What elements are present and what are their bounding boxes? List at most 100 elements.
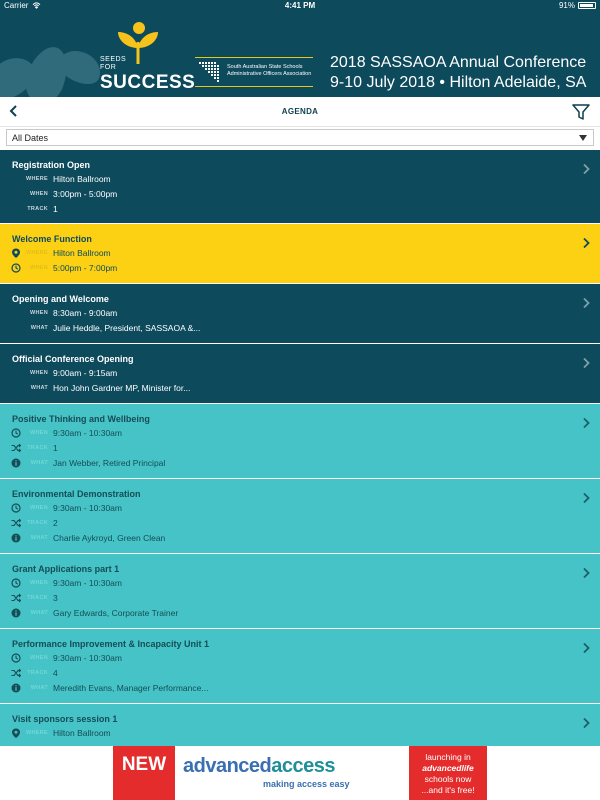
- agenda-item-title: Grant Applications part 1: [12, 564, 120, 574]
- status-bar: Carrier 4:41 PM 91%: [0, 0, 600, 12]
- detail-value: 9:30am - 10:30am: [53, 503, 122, 513]
- detail-value: 8:30am - 9:00am: [53, 308, 118, 318]
- conference-date-venue: 9-10 July 2018 • Hilton Adelaide, SA: [330, 74, 587, 91]
- ad-brand-part2: access: [271, 755, 336, 777]
- agenda-detail-row: WHAT Charlie Aykroyd, Green Clean: [0, 531, 580, 545]
- ad-content[interactable]: NEW advancedaccess making access easy la…: [113, 746, 487, 800]
- detail-label: WHEN: [29, 655, 48, 661]
- status-right: 91%: [559, 1, 596, 10]
- caret-down-icon: [579, 135, 587, 141]
- detail-label: WHEN: [29, 505, 48, 511]
- agenda-item-title: Official Conference Opening: [12, 354, 134, 364]
- agenda-item-title: Visit sponsors session 1: [12, 714, 118, 724]
- logo-for-text: FOR: [100, 64, 117, 71]
- chevron-right-icon[interactable]: [582, 237, 590, 249]
- ad-promo-line2: advancedlife: [422, 763, 474, 773]
- detail-value: Hon John Gardner MP, Minister for...: [53, 383, 191, 393]
- detail-value: Charlie Aykroyd, Green Clean: [53, 533, 166, 543]
- battery-icon: [578, 2, 596, 9]
- chevron-right-icon[interactable]: [582, 163, 590, 175]
- detail-label: WHERE: [26, 250, 48, 256]
- logo-success-text: SUCCESS: [100, 72, 196, 93]
- agenda-detail-row: WHAT Meredith Evans, Manager Performance.…: [0, 681, 580, 695]
- sa-map-dots-icon: [199, 62, 219, 82]
- ad-banner[interactable]: NEW advancedaccess making access easy la…: [0, 746, 600, 800]
- conference-title: 2018 SASSAOA Annual Conference: [330, 54, 587, 71]
- agenda-detail-row: TRACK 3: [0, 591, 580, 605]
- detail-value: 9:30am - 10:30am: [53, 578, 122, 588]
- date-filter-select[interactable]: All Dates: [6, 129, 594, 146]
- detail-label: WHEN: [29, 430, 48, 436]
- detail-value: Meredith Evans, Manager Performance...: [53, 683, 209, 693]
- detail-label: WHERE: [26, 730, 48, 736]
- detail-value: Hilton Ballroom: [53, 174, 111, 184]
- date-filter-value: All Dates: [12, 133, 49, 143]
- agenda-item[interactable]: Official Conference Opening WHEN 9:00am - …: [0, 344, 600, 404]
- detail-value: 2: [53, 518, 58, 528]
- chevron-right-icon[interactable]: [582, 417, 590, 429]
- page-title: AGENDA: [281, 107, 319, 116]
- agenda-item-title: Opening and Welcome: [12, 294, 109, 304]
- ad-tagline: making access easy: [263, 779, 350, 789]
- agenda-detail-row: WHAT Jan Webber, Retired Principal: [0, 456, 580, 470]
- agenda-detail-row: WHEN 9:00am - 9:15am: [0, 366, 580, 380]
- ad-promo: launching in advancedlife schools now ..…: [409, 746, 487, 800]
- detail-label: TRACK: [27, 206, 48, 212]
- detail-label: WHEN: [29, 265, 48, 271]
- agenda-item[interactable]: Environmental Demonstration WHEN 9:30am - …: [0, 479, 600, 554]
- agenda-item[interactable]: Welcome Function WHERE Hilton Ballroom WHEN…: [0, 224, 600, 284]
- agenda-item-title: Registration Open: [12, 160, 91, 170]
- detail-value: 3: [53, 593, 58, 603]
- detail-value: Julie Heddle, President, SASSAOA &...: [53, 323, 201, 333]
- agenda-item[interactable]: Performance Improvement & Incapacity Uni…: [0, 629, 600, 704]
- nav-bar: AGENDA: [0, 97, 600, 127]
- detail-label: TRACK: [27, 445, 48, 451]
- agenda-item[interactable]: Positive Thinking and Wellbeing WHEN 9:30a…: [0, 404, 600, 479]
- detail-value: 9:00am - 9:15am: [53, 368, 118, 378]
- chevron-right-icon[interactable]: [582, 717, 590, 729]
- agenda-detail-row: WHERE Hilton Ballroom: [0, 246, 580, 260]
- chevron-right-icon[interactable]: [582, 357, 590, 369]
- agenda-detail-row: TRACK 1: [0, 202, 580, 216]
- detail-value: Hilton Ballroom: [53, 728, 111, 738]
- detail-value: 4: [53, 668, 58, 678]
- detail-label: WHAT: [30, 385, 48, 391]
- agenda-detail-row: WHEN 9:30am - 10:30am: [0, 426, 580, 440]
- association-logo: South Australian State Schools Administr…: [195, 57, 313, 87]
- agenda-item[interactable]: Grant Applications part 1 WHEN 9:30am - 10…: [0, 554, 600, 629]
- detail-label: WHAT: [30, 325, 48, 331]
- logo-seeds-for: SEEDS FOR: [100, 56, 126, 72]
- detail-value: Gary Edwards, Corporate Trainer: [53, 608, 179, 618]
- chevron-right-icon[interactable]: [582, 642, 590, 654]
- agenda-item[interactable]: Visit sponsors session 1 WHERE Hilton Ball…: [0, 704, 600, 746]
- chevron-right-icon[interactable]: [582, 567, 590, 579]
- agenda-item[interactable]: Registration Open WHERE Hilton Ballroom WHE…: [0, 150, 600, 224]
- detail-label: TRACK: [27, 595, 48, 601]
- battery-percent: 91%: [558, 1, 575, 10]
- detail-label: WHEN: [29, 370, 48, 376]
- agenda-list: Registration Open WHERE Hilton Ballroom WHE…: [0, 150, 600, 746]
- detail-label: TRACK: [27, 520, 48, 526]
- agenda-item-title: Environmental Demonstration: [12, 489, 141, 499]
- detail-label: WHAT: [30, 610, 48, 616]
- filter-icon[interactable]: [572, 103, 590, 121]
- ad-promo-line4: ...and it's free!: [421, 785, 475, 795]
- chevron-right-icon[interactable]: [582, 297, 590, 309]
- status-time: 4:41 PM: [284, 1, 316, 10]
- agenda-detail-row: TRACK 4: [0, 666, 580, 680]
- agenda-detail-row: WHEN 9:30am - 10:30am: [0, 576, 580, 590]
- detail-label: WHEN: [29, 310, 48, 316]
- ad-brand: advancedaccess: [183, 755, 336, 778]
- agenda-item[interactable]: Opening and Welcome WHEN 8:30am - 9:00am WH…: [0, 284, 600, 344]
- conference-banner: SEEDS FOR SUCCESS South Australian State…: [0, 12, 600, 97]
- detail-label: WHAT: [30, 535, 48, 541]
- agenda-detail-row: WHERE Hilton Ballroom: [0, 726, 580, 740]
- detail-label: TRACK: [27, 670, 48, 676]
- detail-label: WHEN: [29, 580, 48, 586]
- agenda-item-title: Welcome Function: [12, 234, 92, 244]
- association-name: South Australian State Schools Administr…: [227, 64, 311, 77]
- agenda-detail-row: TRACK 1: [0, 441, 580, 455]
- detail-label: WHEN: [29, 191, 48, 197]
- chevron-right-icon[interactable]: [582, 492, 590, 504]
- agenda-detail-row: WHAT Gary Edwards, Corporate Trainer: [0, 606, 580, 620]
